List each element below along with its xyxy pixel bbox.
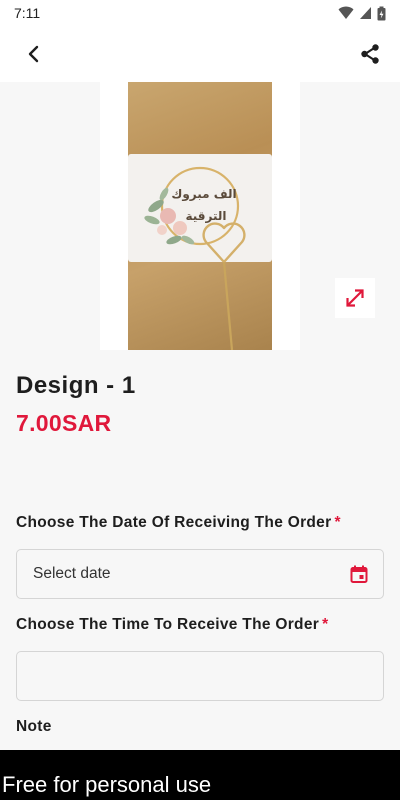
date-field-label: Choose The Date Of Receiving The Order * — [16, 514, 341, 532]
required-asterisk: * — [334, 514, 341, 531]
time-picker-field[interactable] — [16, 651, 384, 701]
date-placeholder: Select date — [33, 565, 111, 582]
share-button[interactable] — [354, 38, 386, 70]
required-asterisk: * — [322, 616, 329, 633]
back-button[interactable] — [18, 38, 50, 70]
expand-icon — [346, 289, 364, 307]
watermark-text: Free for personal use — [2, 772, 212, 797]
app-bar — [0, 26, 400, 82]
calendar-icon[interactable] — [349, 564, 369, 584]
battery-icon — [377, 6, 386, 20]
share-icon — [361, 44, 379, 64]
product-details: Design - 1 7.00SAR Choose The Date Of Re… — [0, 350, 400, 750]
date-label-text: Choose The Date Of Receiving The Order — [16, 514, 332, 531]
expand-image-button[interactable] — [335, 278, 375, 318]
date-picker-field[interactable]: Select date — [16, 549, 384, 599]
wifi-icon — [338, 6, 354, 19]
watermark-banner: Free for personal use — [0, 750, 400, 800]
product-photo: الف مبروك الترقية — [128, 82, 272, 350]
note-label: Note — [16, 718, 52, 735]
status-bar: 7:11 — [0, 0, 400, 26]
product-title: Design - 1 — [16, 372, 136, 399]
back-arrow-icon — [28, 45, 39, 63]
time-label-text: Choose The Time To Receive The Order — [16, 616, 320, 633]
status-time: 7:11 — [14, 5, 41, 21]
heart-holder — [202, 222, 246, 350]
product-gallery[interactable]: الف مبروك الترقية — [0, 82, 400, 350]
product-price: 7.00SAR — [16, 410, 112, 436]
status-icons — [338, 6, 386, 21]
signal-icon — [360, 7, 371, 19]
product-image[interactable]: الف مبروك الترقية — [100, 82, 300, 350]
time-field-label: Choose The Time To Receive The Order * — [16, 616, 328, 634]
